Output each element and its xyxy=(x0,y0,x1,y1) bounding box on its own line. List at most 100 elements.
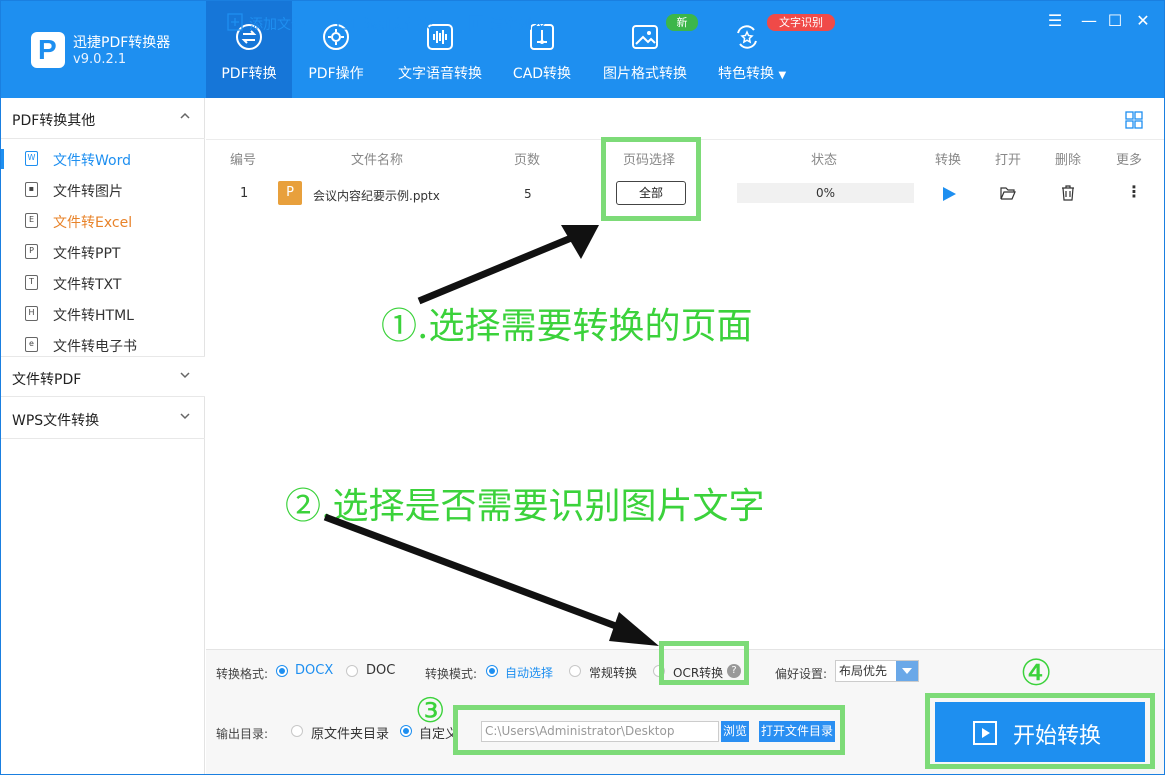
start-convert-button[interactable]: 开始转换 xyxy=(935,702,1145,762)
sidebar-item-label: 文件转TXT xyxy=(53,277,122,293)
sidebar: PDF转换其他 W 文件转Word ▪ 文件转图片 E 文件转Excel P 文… xyxy=(1,98,205,774)
image-icon xyxy=(632,25,658,49)
tab-label: PDF转换 xyxy=(221,66,277,82)
row-number: 1 xyxy=(240,186,249,201)
sidebar-item-label: 文件转Word xyxy=(53,153,131,169)
sidebar-item-label: 文件转HTML xyxy=(53,308,134,324)
excel-file-icon: E xyxy=(25,213,38,228)
sidebar-item-label: 文件转电子书 xyxy=(53,339,137,355)
output-source-radio[interactable] xyxy=(291,725,303,737)
add-folder-label: 添加文件夹 xyxy=(363,17,433,33)
sidebar-group-to-pdf[interactable]: 文件转PDF xyxy=(1,356,205,397)
menu-icon[interactable]: ☰ xyxy=(1045,11,1065,31)
start-convert-label: 开始转换 xyxy=(1013,724,1102,749)
open-folder-button[interactable]: 打开文件目录 xyxy=(759,721,835,742)
add-file-icon xyxy=(227,13,243,31)
app-logo: P xyxy=(31,32,65,68)
output-custom-radio[interactable] xyxy=(400,725,412,737)
sidebar-item-word[interactable]: W 文件转Word xyxy=(1,143,205,174)
column-header-open: 打开 xyxy=(995,153,1022,168)
new-badge: 新 xyxy=(666,14,698,31)
annotation-arrow-2 xyxy=(323,513,659,646)
mode-normal-radio[interactable] xyxy=(569,665,581,677)
annotation-arrow-1 xyxy=(417,225,599,305)
feature-icon xyxy=(737,25,757,49)
sidebar-group-label: WPS文件转换 xyxy=(12,413,100,429)
app-name: 迅捷PDF转换器 xyxy=(73,35,171,51)
mode-normal-label[interactable]: 常规转换 xyxy=(589,664,637,681)
tab-label: CAD转换 xyxy=(512,66,572,82)
sidebar-item-label: 文件转PPT xyxy=(53,246,121,262)
output-path-input[interactable]: C:\Users\Administrator\Desktop xyxy=(481,721,719,742)
html-file-icon: H xyxy=(25,306,38,321)
chevron-down-icon xyxy=(180,372,190,379)
folder-open-icon[interactable] xyxy=(1000,186,1016,200)
toolbar xyxy=(206,98,1164,140)
mode-auto-label[interactable]: 自动选择 xyxy=(505,664,553,681)
format-docx-radio[interactable] xyxy=(276,665,288,677)
preference-label: 偏好设置: xyxy=(775,667,828,681)
sidebar-item-html[interactable]: H 文件转HTML xyxy=(1,298,205,329)
tab-label: 文字语音转换 xyxy=(398,66,482,82)
preference-select[interactable]: 布局优先 xyxy=(835,660,919,682)
column-header-filename: 文件名称 xyxy=(351,153,404,168)
annotation-box-ocr xyxy=(659,641,749,685)
annotation-step-4: ④ xyxy=(1020,653,1053,694)
sidebar-item-txt[interactable]: T 文件转TXT xyxy=(1,267,205,298)
annotation-box-page-range xyxy=(601,137,701,221)
output-label: 输出目录: xyxy=(216,727,269,741)
sidebar-group-pdf-other[interactable]: PDF转换其他 xyxy=(1,98,205,139)
format-docx-label[interactable]: DOCX xyxy=(295,663,333,678)
more-options-icon[interactable]: ⋮ xyxy=(1126,182,1142,201)
ppt-file-icon: P xyxy=(25,244,38,259)
annotation-step-1: ①.选择需要转换的页面 xyxy=(381,306,753,347)
chevron-down-icon xyxy=(896,661,918,681)
app-version: v9.0.2.1 xyxy=(73,52,127,67)
column-header-convert: 转换 xyxy=(935,153,962,168)
row-filename: 会议内容纪要示例.pptx xyxy=(313,189,440,203)
format-doc-label[interactable]: DOC xyxy=(366,663,395,678)
progress-bar: 0% xyxy=(737,183,914,203)
sidebar-group-wps[interactable]: WPS文件转换 xyxy=(1,398,205,439)
trash-icon[interactable] xyxy=(1061,185,1075,201)
minimize-icon[interactable]: — xyxy=(1079,11,1099,31)
txt-file-icon: T xyxy=(25,275,38,290)
tab-label: 特色转换 ▼ xyxy=(718,66,787,82)
sidebar-item-ppt[interactable]: P 文件转PPT xyxy=(1,236,205,267)
close-icon[interactable]: ✕ xyxy=(1133,11,1153,31)
preference-value: 布局优先 xyxy=(839,664,888,678)
sidebar-item-image[interactable]: ▪ 文件转图片 xyxy=(1,174,205,205)
output-source-label[interactable]: 原文件夹目录 xyxy=(311,723,389,742)
column-header-delete: 删除 xyxy=(1055,153,1082,168)
chevron-down-icon: ▼ xyxy=(778,70,787,81)
column-header-more: 更多 xyxy=(1116,153,1143,168)
annotation-step-3: ③ xyxy=(415,691,446,731)
maximize-icon[interactable]: ☐ xyxy=(1105,11,1125,31)
ocr-badge: 文字识别 xyxy=(767,14,835,31)
format-doc-radio[interactable] xyxy=(346,665,358,677)
mode-auto-radio[interactable] xyxy=(486,665,498,677)
sidebar-item-excel[interactable]: E 文件转Excel xyxy=(1,205,205,236)
word-file-icon: W xyxy=(25,151,38,166)
sidebar-item-label: 文件转Excel xyxy=(53,215,133,231)
column-header-number: 编号 xyxy=(230,153,257,168)
mode-label: 转换模式: xyxy=(425,667,478,681)
play-icon[interactable] xyxy=(941,186,957,202)
add-folder-icon xyxy=(337,15,355,30)
column-header-status: 状态 xyxy=(811,153,838,168)
column-header-pages: 页数 xyxy=(514,153,541,168)
row-pages: 5 xyxy=(524,187,532,201)
top-bar: P 迅捷PDF转换器 v9.0.2.1 PDF转换 PDF操作 文字语音转换 C… xyxy=(1,1,1164,98)
chevron-up-icon xyxy=(180,112,190,119)
app-window: P 迅捷PDF转换器 v9.0.2.1 PDF转换 PDF操作 文字语音转换 C… xyxy=(0,0,1165,775)
grid-view-icon[interactable] xyxy=(1125,111,1143,129)
ppt-file-icon: P xyxy=(278,181,302,205)
ebook-file-icon: e xyxy=(25,337,38,352)
chevron-down-icon xyxy=(180,413,190,420)
play-icon xyxy=(973,721,997,745)
browse-button[interactable]: 浏览 xyxy=(721,721,749,742)
clear-list-icon xyxy=(469,13,483,31)
format-label: 转换格式: xyxy=(216,667,269,681)
sidebar-item-label: 文件转图片 xyxy=(53,184,123,200)
clear-list-label: 清空列表 xyxy=(490,17,546,33)
